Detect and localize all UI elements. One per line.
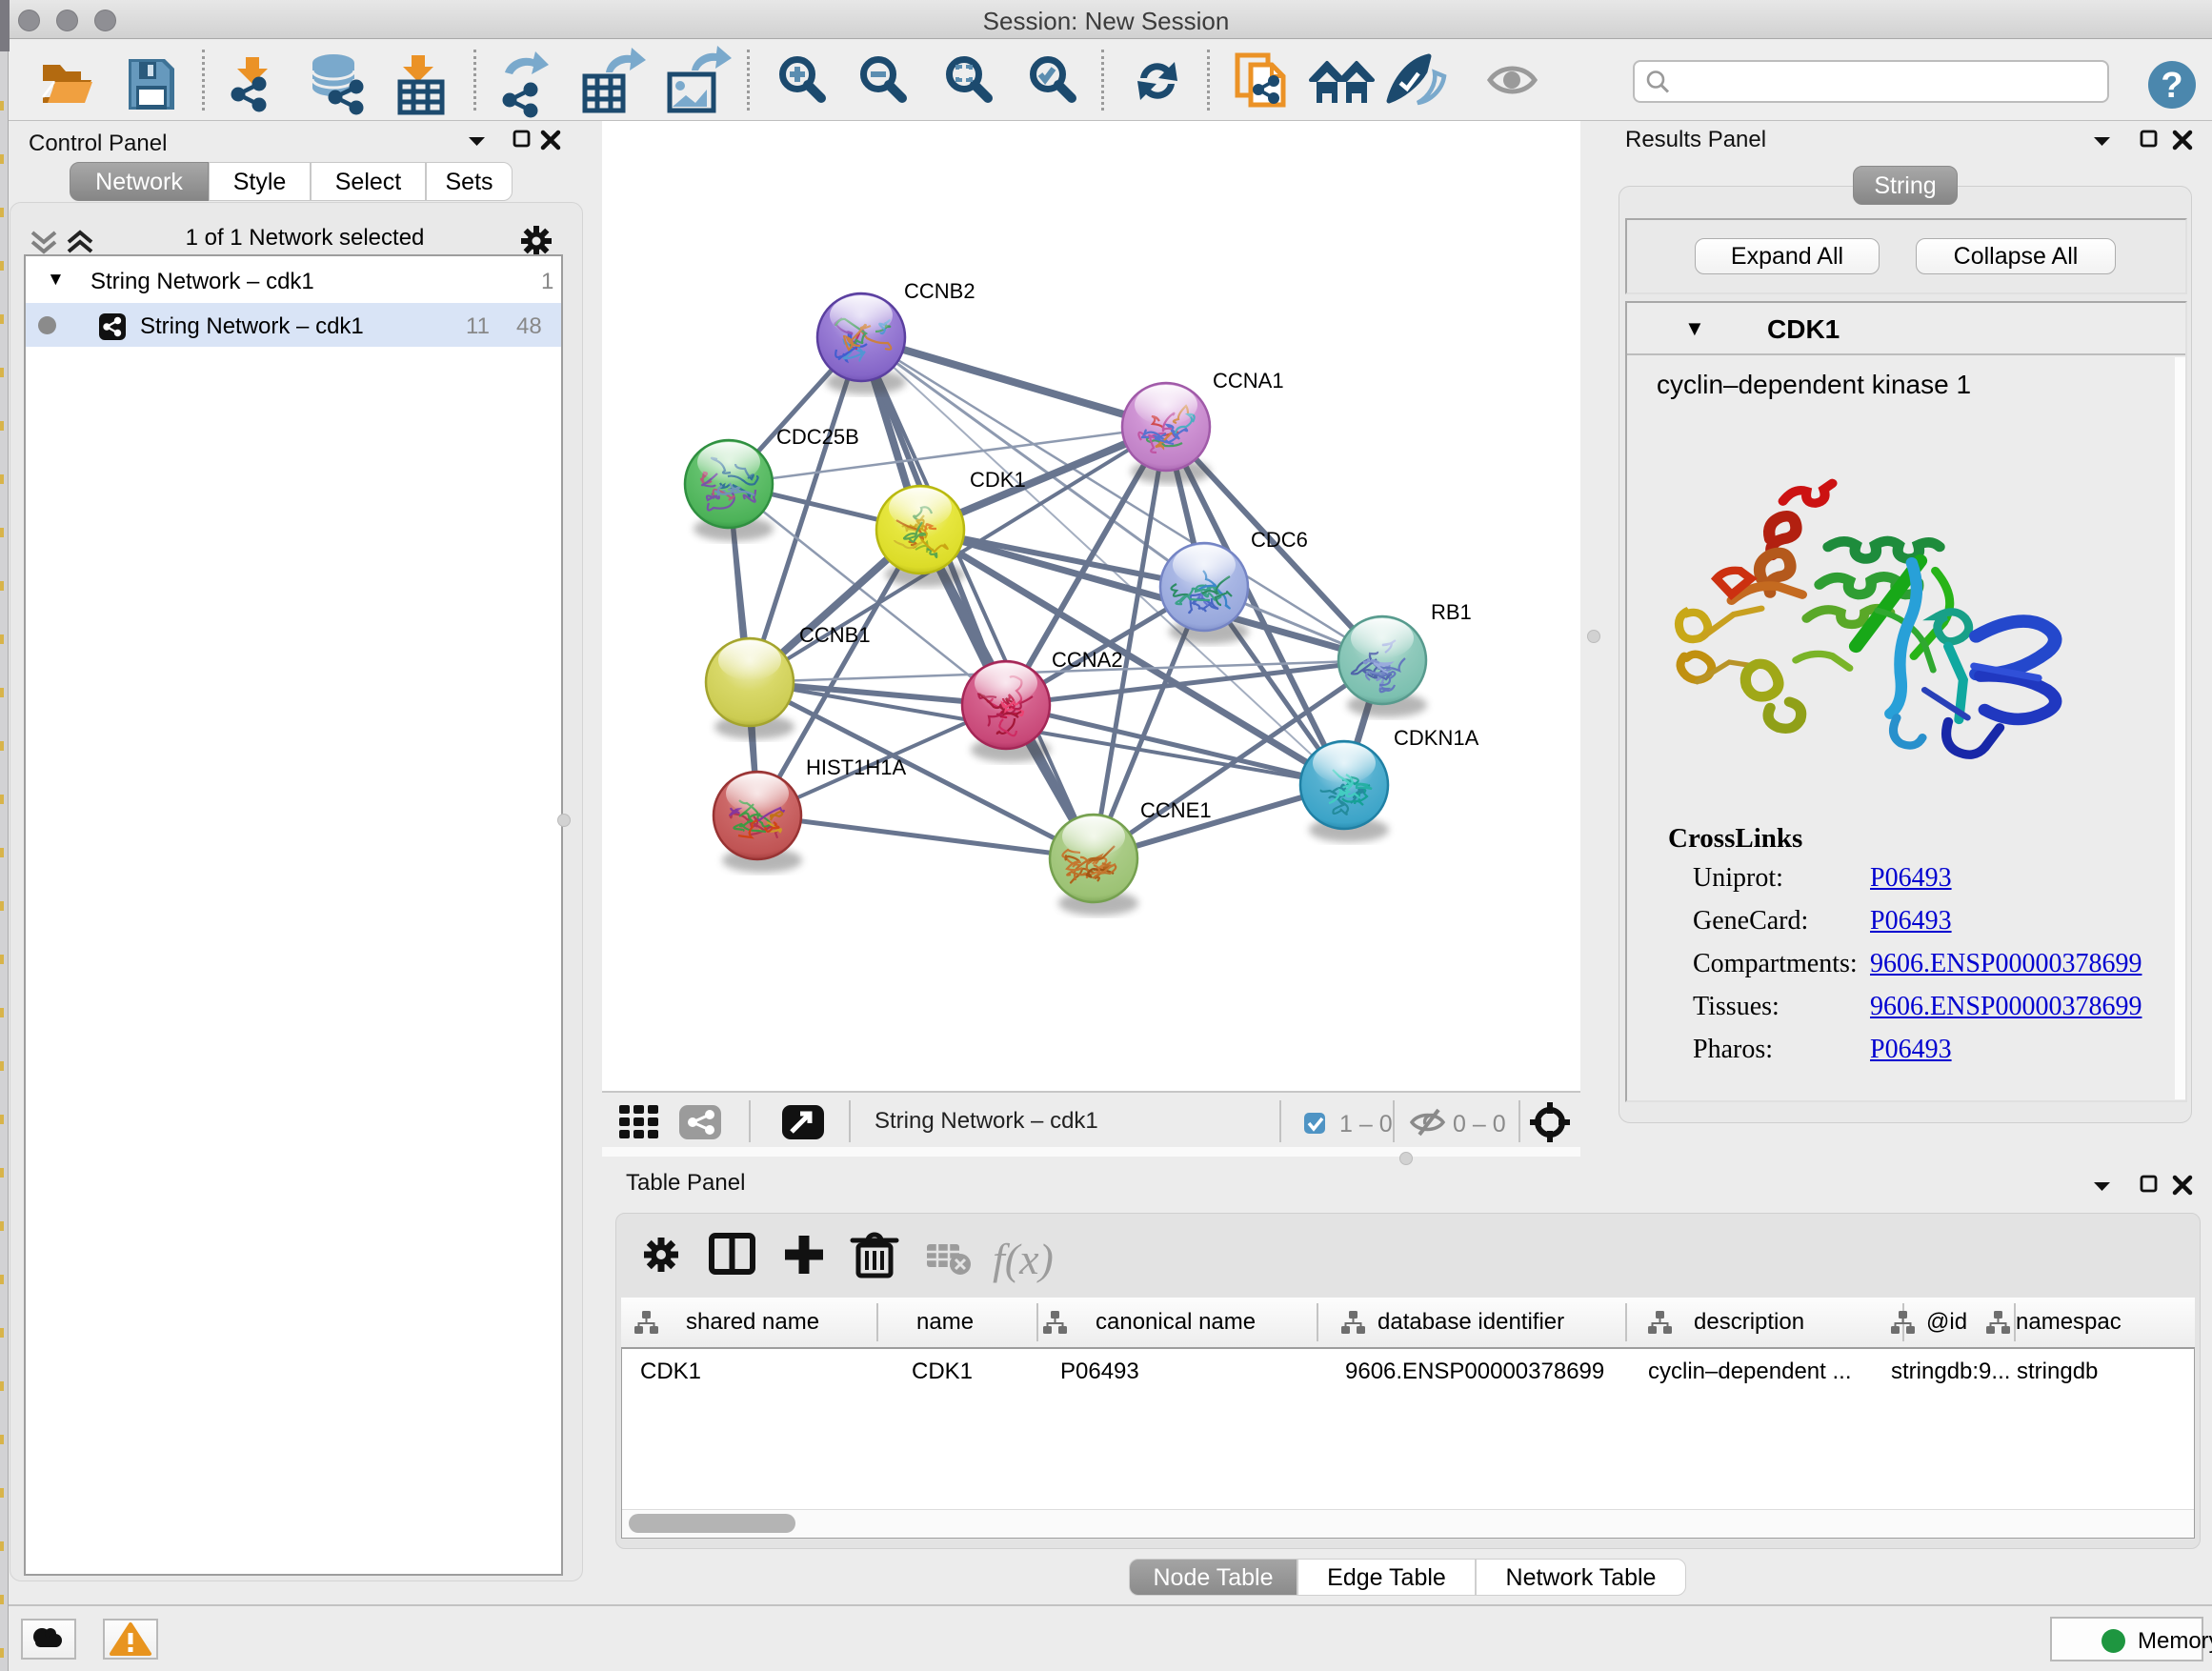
svg-text:CDC25B: CDC25B xyxy=(776,425,859,449)
svg-text:CDC6: CDC6 xyxy=(1251,528,1308,552)
svg-text:1 – 0: 1 – 0 xyxy=(1339,1111,1393,1137)
svg-text:CCNB2: CCNB2 xyxy=(904,279,975,303)
svg-text:CCNA1: CCNA1 xyxy=(1213,369,1284,393)
svg-text:CCNE1: CCNE1 xyxy=(1140,798,1212,822)
svg-text:CCNA2: CCNA2 xyxy=(1052,648,1123,672)
svg-text:HIST1H1A: HIST1H1A xyxy=(806,755,906,779)
svg-text:RB1: RB1 xyxy=(1431,600,1472,624)
svg-text:CCNB1: CCNB1 xyxy=(799,623,871,647)
svg-text:CDKN1A: CDKN1A xyxy=(1394,726,1479,750)
svg-text:f(x): f(x) xyxy=(993,1235,1054,1283)
svg-text:?: ? xyxy=(2161,66,2182,106)
svg-text:CDK1: CDK1 xyxy=(970,468,1026,492)
svg-text:0 – 0: 0 – 0 xyxy=(1453,1111,1506,1137)
